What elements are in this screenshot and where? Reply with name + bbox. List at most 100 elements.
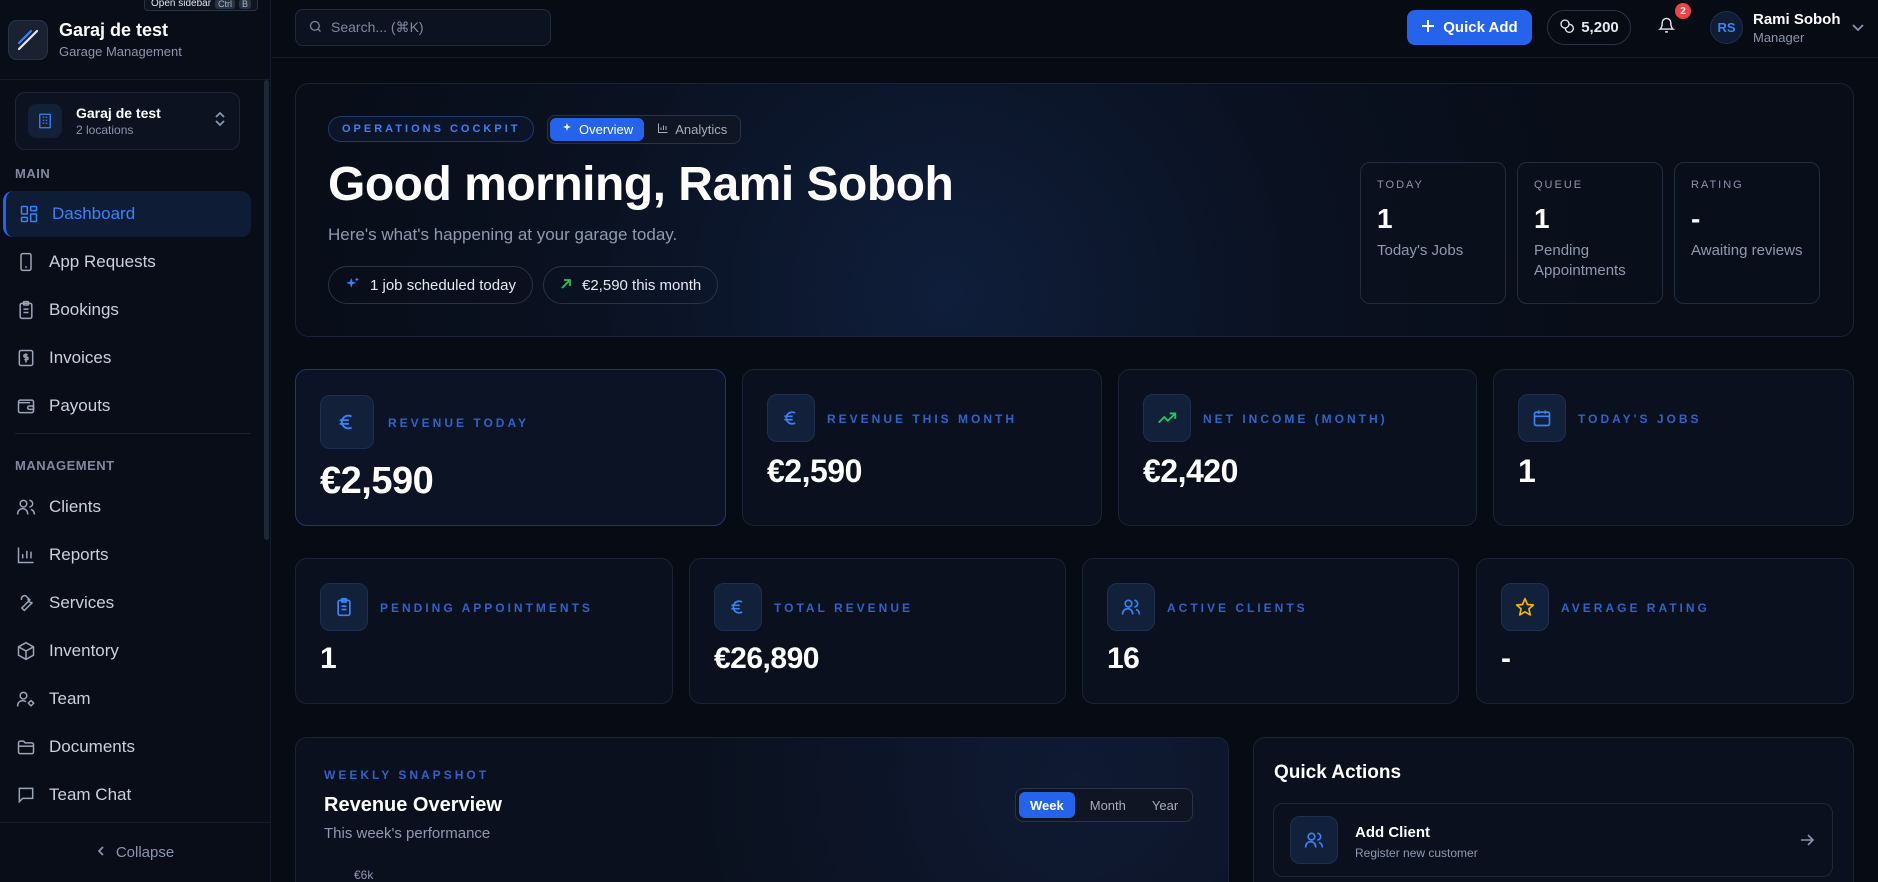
user-name: Rami Soboh <box>1753 11 1841 28</box>
topbar: Search... (⌘K) Quick Add 5,200 2 RS Rami… <box>272 0 1878 58</box>
user-menu[interactable]: Rami Soboh Manager <box>1753 11 1841 45</box>
mini-value: - <box>1691 203 1701 234</box>
mini-label: QUEUE <box>1534 179 1584 191</box>
mini-value: 1 <box>1377 203 1393 234</box>
stat-card-average-rating[interactable]: AVERAGE RATING - <box>1476 558 1854 704</box>
chip-label: 1 job scheduled today <box>370 276 516 294</box>
sidebar-tooltip: Open sidebar Ctrl B <box>144 0 259 11</box>
sidebar-item-invoices[interactable]: Invoices <box>3 335 251 381</box>
kbd-ctrl: Ctrl <box>215 0 236 9</box>
stat-label: AVERAGE RATING <box>1561 601 1710 615</box>
tab-overview[interactable]: Overview <box>550 118 645 141</box>
sidebar-divider <box>15 433 251 434</box>
stat-value: €2,590 <box>767 453 862 489</box>
section-management: MANAGEMENT <box>15 458 115 473</box>
revenue-title: Revenue Overview <box>324 794 502 816</box>
sidebar-item-services[interactable]: Services <box>3 580 251 626</box>
mini-desc: Pending Appointments <box>1534 242 1626 279</box>
chevron-down-icon[interactable] <box>1852 19 1864 37</box>
stat-card-revenue-month[interactable]: REVENUE THIS MONTH €2,590 <box>742 369 1102 526</box>
stat-card-pending-appointments[interactable]: PENDING APPOINTMENTS 1 <box>295 558 673 704</box>
month-revenue-chip: €2,590 this month <box>543 266 719 304</box>
mini-card-today: TODAY 1 Today's Jobs <box>1360 162 1506 304</box>
greeting-title: Good morning, Rami Soboh <box>328 158 954 211</box>
credits-button[interactable]: 5,200 <box>1547 10 1631 45</box>
stat-label: TODAY'S JOBS <box>1578 412 1702 426</box>
users-icon <box>1107 583 1155 631</box>
search-input[interactable]: Search... (⌘K) <box>295 9 551 46</box>
collapse-label: Collapse <box>115 844 175 861</box>
range-week[interactable]: Week <box>1019 792 1075 818</box>
notifications-button[interactable] <box>1652 14 1680 42</box>
mini-label: RATING <box>1691 179 1744 191</box>
plus-icon <box>1421 19 1435 37</box>
sidebar-scrollbar[interactable] <box>264 80 269 540</box>
quick-action-add-client[interactable]: Add Client Register new customer <box>1273 803 1833 877</box>
chat-icon <box>15 784 37 806</box>
revenue-subtitle: This week's performance <box>324 825 491 842</box>
sidebar-item-payouts[interactable]: Payouts <box>3 383 251 429</box>
stat-value: €26,890 <box>714 642 819 675</box>
sidebar-item-team-chat[interactable]: Team Chat <box>3 772 251 818</box>
sidebar-item-reports[interactable]: Reports <box>3 532 251 578</box>
range-year[interactable]: Year <box>1141 792 1189 818</box>
sidebar-item-documents[interactable]: Documents <box>3 724 251 770</box>
sidebar-item-label: Payouts <box>49 396 111 415</box>
collapse-button[interactable]: Collapse <box>0 822 270 882</box>
quick-add-button[interactable]: Quick Add <box>1407 10 1532 45</box>
euro-icon <box>714 583 762 631</box>
stat-card-net-income[interactable]: NET INCOME (MONTH) €2,420 <box>1118 369 1477 526</box>
sidebar-item-label: Team Chat <box>49 785 132 804</box>
stat-card-active-clients[interactable]: ACTIVE CLIENTS 16 <box>1082 558 1459 704</box>
stat-label: ACTIVE CLIENTS <box>1167 601 1308 615</box>
quick-actions-panel: Quick Actions Add Client Register new cu… <box>1253 737 1854 882</box>
clipboard-icon <box>15 299 37 321</box>
euro-icon <box>320 395 374 449</box>
range-toggle: Week Month Year <box>1015 788 1194 822</box>
wrench-icon <box>15 592 37 614</box>
stat-label: REVENUE TODAY <box>388 416 530 430</box>
users-icon <box>1290 816 1338 864</box>
sidebar-item-team[interactable]: Team <box>3 676 251 722</box>
sidebar-item-bookings[interactable]: Bookings <box>3 287 251 333</box>
avatar[interactable]: RS <box>1710 11 1743 44</box>
tab-analytics[interactable]: Analytics <box>646 118 738 141</box>
user-role: Manager <box>1753 30 1805 45</box>
revenue-overview-panel: WEEKLY SNAPSHOT Revenue Overview This we… <box>295 737 1229 882</box>
stat-value: - <box>1501 642 1511 675</box>
mini-card-rating: RATING - Awaiting reviews <box>1674 162 1820 304</box>
brand-logo-icon[interactable] <box>8 19 48 60</box>
chevron-left-icon <box>96 844 106 861</box>
folder-icon <box>15 736 37 758</box>
mini-value: 1 <box>1534 203 1550 234</box>
bar-chart-icon <box>15 544 37 566</box>
sidebar-item-label: Inventory <box>49 641 119 660</box>
location-name: Garaj de test <box>76 105 161 121</box>
stat-value: 1 <box>1518 453 1536 489</box>
sidebar-item-app-requests[interactable]: App Requests <box>3 239 251 285</box>
stat-value: 1 <box>320 642 337 675</box>
stat-card-total-revenue[interactable]: TOTAL REVENUE €26,890 <box>689 558 1066 704</box>
quick-actions-title: Quick Actions <box>1274 762 1402 783</box>
y-axis-tick: €6k <box>354 868 374 882</box>
sidebar-item-inventory[interactable]: Inventory <box>3 628 251 674</box>
location-switcher[interactable]: Garaj de test 2 locations <box>15 92 240 150</box>
chip-label: €2,590 this month <box>582 276 702 294</box>
credits-value: 5,200 <box>1581 19 1619 36</box>
kbd-b: B <box>239 0 252 9</box>
sidebar-item-label: Services <box>49 593 115 612</box>
sidebar-item-label: Bookings <box>49 300 119 319</box>
location-count: 2 locations <box>76 123 134 137</box>
clipboard-icon <box>320 583 368 631</box>
euro-icon <box>767 394 815 442</box>
jobs-today-chip: 1 job scheduled today <box>328 266 533 304</box>
stat-card-todays-jobs[interactable]: TODAY'S JOBS 1 <box>1493 369 1854 526</box>
range-month[interactable]: Month <box>1079 792 1137 818</box>
stat-card-revenue-today[interactable]: REVENUE TODAY €2,590 <box>295 369 726 526</box>
greeting-subtitle: Here's what's happening at your garage t… <box>328 225 678 244</box>
wallet-icon <box>15 395 37 417</box>
notification-badge: 2 <box>1675 3 1691 19</box>
sidebar-item-clients[interactable]: Clients <box>3 484 251 530</box>
sidebar-item-dashboard[interactable]: Dashboard <box>3 191 251 237</box>
sidebar-item-label: App Requests <box>49 252 156 271</box>
